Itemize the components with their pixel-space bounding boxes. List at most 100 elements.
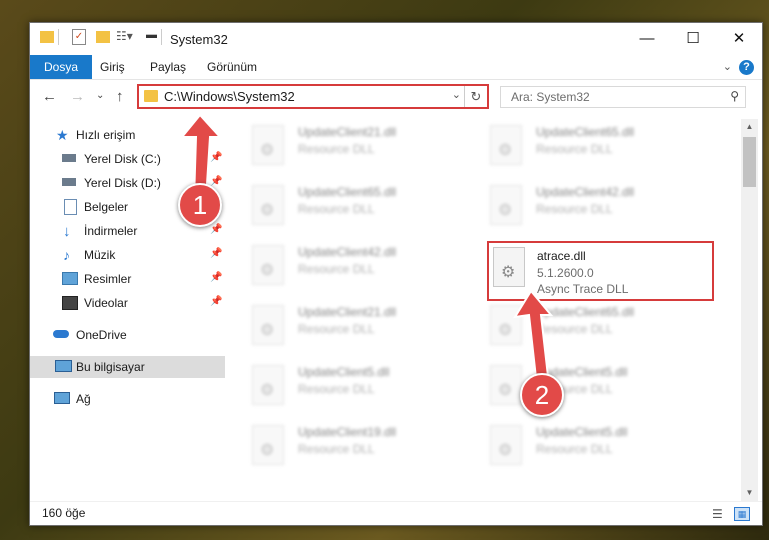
up-icon[interactable]: ↑ [116, 88, 124, 105]
close-button[interactable]: ✕ [716, 23, 762, 55]
network-icon [54, 392, 70, 404]
download-icon: ↓ [63, 223, 71, 240]
tab-paylas[interactable]: Paylaş [140, 55, 196, 79]
callout-badge-2: 2 [520, 373, 564, 417]
music-icon: ♪ [63, 247, 70, 263]
dll-file-icon: ⚙ [252, 245, 284, 285]
recent-locations-icon[interactable]: ⌄ [96, 90, 104, 101]
address-path[interactable]: C:\Windows\System32 [164, 89, 295, 104]
status-bar: 160 öğe ☰ ▦ [30, 501, 762, 525]
divider [58, 29, 59, 45]
nav-label: OneDrive [76, 328, 127, 342]
drive-icon [62, 178, 76, 186]
properties-icon[interactable]: ✓ [72, 29, 86, 45]
callout-badge-1: 1 [178, 183, 222, 227]
file-name: UpdateClient42.dll [536, 185, 635, 199]
dll-file-icon: ⚙ [252, 365, 284, 405]
dll-file-icon: ⚙ [490, 125, 522, 165]
tab-giris[interactable]: Giriş [90, 55, 135, 79]
search-placeholder: Ara: System32 [511, 90, 590, 104]
search-icon: ⚲ [730, 89, 739, 103]
file-description: Resource DLL [536, 202, 613, 216]
item-count: 160 öğe [42, 506, 86, 520]
nav-label: Resimler [84, 272, 132, 286]
minimize-button[interactable]: — [624, 23, 670, 55]
videos-icon [62, 296, 78, 310]
dll-file-icon: ⚙ [252, 305, 284, 345]
scrollbar-thumb[interactable] [743, 137, 756, 187]
refresh-icon[interactable]: ↻ [464, 86, 487, 107]
nav-item-onedrive[interactable]: OneDrive [30, 324, 225, 346]
folder-icon [144, 90, 158, 102]
pin-icon[interactable]: 📌 [210, 272, 222, 283]
dll-file-icon: ⚙ [252, 425, 284, 465]
tiles-view-icon[interactable]: ▦ [734, 507, 750, 521]
file-description: Resource DLL [536, 142, 613, 156]
nav-label: Yerel Disk (C:) [84, 152, 161, 166]
scroll-down-icon[interactable]: ▼ [741, 485, 758, 501]
file-description: Resource DLL [298, 322, 375, 336]
nav-label: Belgeler [84, 200, 129, 214]
chevron-down-icon[interactable]: ▬ [146, 29, 157, 41]
pictures-icon [62, 272, 78, 285]
ribbon-expand-icon[interactable]: ⌄ [723, 60, 732, 73]
file-name: UpdateClient5.dll [536, 425, 628, 439]
file-description: Resource DLL [298, 202, 375, 216]
file-name: UpdateClient5.dll [298, 365, 390, 379]
customize-toolbar-icon[interactable]: ☷▾ [116, 29, 133, 43]
file-name: UpdateClient21.dll [298, 125, 397, 139]
nav-item-network[interactable]: Ağ [30, 388, 225, 410]
drive-icon [62, 154, 76, 162]
pin-icon[interactable]: 📌 [210, 224, 222, 235]
scroll-up-icon[interactable]: ▲ [741, 119, 758, 135]
nav-item-pictures[interactable]: Resimler 📌 [30, 268, 225, 290]
nav-item-this-pc[interactable]: Bu bilgisayar [30, 356, 225, 378]
file-description: Resource DLL [536, 442, 613, 456]
dll-file-icon: ⚙ [493, 247, 525, 287]
file-list: ⚙ UpdateClient21.dll Resource DLL ⚙ Upda… [230, 119, 740, 499]
window-title: System32 [170, 32, 228, 47]
list-item[interactable]: ⚙ UpdateClient65.dll Resource DLL [230, 181, 460, 231]
nav-item-music[interactable]: ♪ Müzik 📌 [30, 244, 225, 266]
nav-item-videos[interactable]: Videolar 📌 [30, 292, 225, 314]
help-icon[interactable]: ? [739, 60, 754, 75]
list-item[interactable]: ⚙ UpdateClient5.dll Resource DLL [468, 421, 698, 471]
nav-label: Ağ [76, 392, 91, 406]
file-name: UpdateClient19.dll [298, 425, 397, 439]
title-bar: ✓ ☷▾ ▬ System32 — ☐ ✕ [30, 23, 762, 55]
tab-gorunum[interactable]: Görünüm [197, 55, 267, 79]
chevron-down-icon[interactable]: ⌄ [452, 88, 461, 101]
search-input[interactable]: Ara: System32 ⚲ [500, 86, 746, 108]
file-description: Resource DLL [298, 382, 375, 396]
dll-file-icon: ⚙ [252, 185, 284, 225]
folder-icon [40, 31, 54, 43]
list-item[interactable]: ⚙ UpdateClient19.dll Resource DLL [230, 421, 460, 471]
tab-dosya[interactable]: Dosya [30, 55, 93, 79]
star-icon: ★ [56, 127, 69, 143]
divider [161, 29, 162, 45]
dll-file-icon: ⚙ [490, 425, 522, 465]
pin-icon[interactable]: 📌 [210, 248, 222, 259]
maximize-button[interactable]: ☐ [670, 23, 716, 55]
details-view-icon[interactable]: ☰ [712, 507, 723, 521]
cloud-icon [53, 330, 69, 338]
vertical-scrollbar[interactable]: ▲ ▼ [741, 119, 758, 501]
pin-icon[interactable]: 📌 [210, 296, 222, 307]
file-name: UpdateClient65.dll [298, 185, 397, 199]
new-folder-icon[interactable] [96, 31, 110, 43]
forward-icon[interactable]: → [70, 88, 85, 105]
list-item[interactable]: ⚙ UpdateClient42.dll Resource DLL [468, 181, 698, 231]
nav-label: Müzik [84, 248, 116, 262]
back-icon[interactable]: ← [42, 88, 57, 105]
file-description: Resource DLL [298, 142, 375, 156]
documents-icon [64, 199, 77, 215]
list-item[interactable]: ⚙ UpdateClient65.dll Resource DLL [468, 121, 698, 171]
list-item[interactable]: ⚙ UpdateClient21.dll Resource DLL [230, 301, 460, 351]
list-item[interactable]: ⚙ UpdateClient42.dll Resource DLL [230, 241, 460, 291]
list-item[interactable]: ⚙ UpdateClient5.dll Resource DLL [230, 361, 460, 411]
list-item[interactable]: ⚙ UpdateClient21.dll Resource DLL [230, 121, 460, 171]
explorer-window: ✓ ☷▾ ▬ System32 — ☐ ✕ Dosya Giriş Paylaş… [29, 22, 763, 526]
ribbon-tabs: Dosya Giriş Paylaş Görünüm ⌄ ? [30, 55, 762, 80]
file-name: atrace.dll [537, 249, 586, 263]
file-name: UpdateClient65.dll [536, 125, 635, 139]
